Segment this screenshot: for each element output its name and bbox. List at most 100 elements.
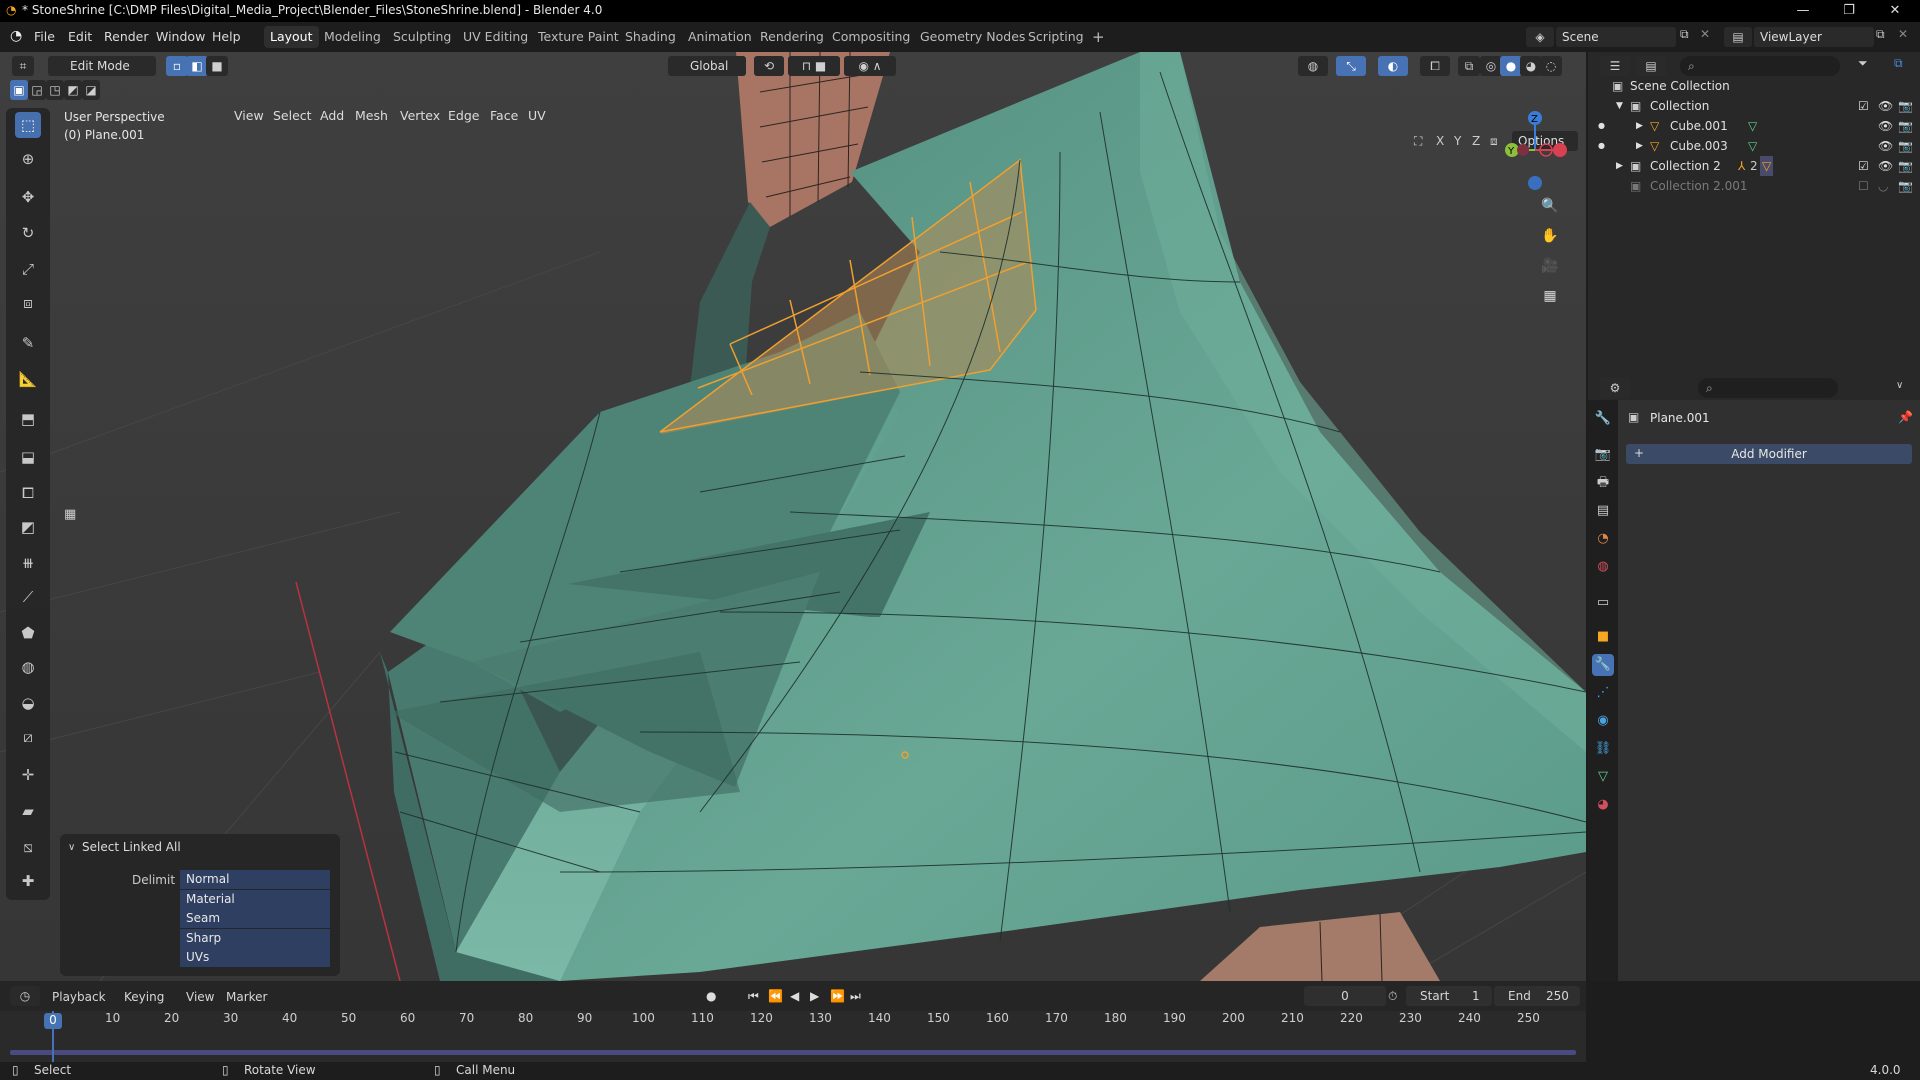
loop-cut-tool-icon[interactable]: ⧻ — [15, 550, 41, 576]
outliner-search-icon[interactable]: ⌕ — [1680, 56, 1840, 76]
jump-keyframe-back-icon[interactable]: ⏪ — [768, 989, 783, 1003]
expand-arrow-icon[interactable]: ▼ — [1616, 96, 1623, 116]
menu-mesh[interactable]: Mesh — [355, 108, 388, 123]
render-camera-icon[interactable]: 📷 — [1898, 156, 1913, 176]
new-view-layer-icon[interactable]: ⧉ — [1876, 27, 1885, 42]
editor-type-icon[interactable]: ⌗ — [12, 56, 34, 76]
play-icon[interactable]: ▶ — [810, 989, 819, 1003]
marker-menu[interactable]: Marker — [226, 990, 267, 1004]
bevel-tool-icon[interactable]: ◩ — [15, 514, 41, 540]
tab-texture-paint[interactable]: Texture Paint — [532, 26, 625, 48]
tab-sculpting[interactable]: Sculpting — [387, 26, 457, 48]
maximize-button[interactable]: ❐ — [1826, 0, 1872, 22]
cursor-tool-icon[interactable]: ⊕ — [15, 146, 41, 172]
select-invert-icon[interactable]: ◩ — [64, 80, 82, 100]
pan-hand-icon[interactable]: ✋ — [1538, 224, 1562, 248]
select-extend-icon[interactable]: ◲ — [28, 80, 46, 100]
jump-keyframe-forward-icon[interactable]: ⏩ — [830, 989, 845, 1003]
mode-selector[interactable]: Edit Mode — [48, 56, 156, 76]
tab-compositing[interactable]: Compositing — [826, 26, 916, 48]
collection-tab-icon[interactable]: ▭ — [1592, 592, 1614, 614]
material-shading-icon[interactable]: ◕ — [1520, 56, 1542, 76]
eye-icon[interactable]: 👁 — [1878, 136, 1893, 156]
delete-view-layer-icon[interactable]: ✕ — [1898, 27, 1908, 41]
xray-toggle-icon[interactable]: ⧉ — [1458, 56, 1480, 76]
annotate-tool-icon[interactable]: ✎ — [15, 330, 41, 356]
view-layer-icon[interactable]: ▤ — [1724, 27, 1752, 47]
camera-view-icon[interactable]: 🎥 — [1538, 254, 1562, 278]
keying-menu[interactable]: Keying — [124, 990, 164, 1004]
overlay-toggle-icon[interactable]: ◐ — [1378, 56, 1408, 76]
face-select-icon[interactable]: ■ — [206, 56, 228, 76]
scene-gizmo-tool-icon[interactable]: ✚ — [15, 868, 41, 894]
expand-arrow-icon[interactable]: ▶ — [1636, 136, 1643, 156]
new-collection-icon[interactable]: ⧉ — [1894, 56, 1903, 71]
delimit-seam[interactable]: Seam — [180, 909, 330, 928]
render-properties-tab-icon[interactable]: 📷 — [1592, 444, 1614, 466]
menu-select[interactable]: Select — [273, 108, 312, 123]
expand-arrow-icon[interactable]: ▶ — [1636, 116, 1643, 136]
tab-modeling[interactable]: Modeling — [318, 26, 387, 48]
menu-add[interactable]: Add — [320, 108, 344, 123]
tab-rendering[interactable]: Rendering — [754, 26, 830, 48]
constraints-tab-icon[interactable]: ⛓ — [1592, 738, 1614, 760]
eye-closed-icon[interactable]: ◡ — [1878, 176, 1888, 196]
render-camera-icon[interactable]: 📷 — [1898, 116, 1913, 136]
rendered-shading-icon[interactable]: ◌ — [1540, 56, 1562, 76]
inset-tool-icon[interactable]: ⧠ — [15, 480, 41, 506]
material-tab-icon[interactable]: ◕ — [1592, 794, 1614, 816]
transform-orientation-selector[interactable]: Global — [668, 56, 746, 76]
timeline-editor-type-icon[interactable]: ◷ — [10, 986, 40, 1006]
end-frame-field[interactable]: End 250 — [1494, 986, 1580, 1006]
add-modifier-button[interactable]: + Add Modifier — [1626, 444, 1912, 464]
render-camera-icon[interactable]: 📷 — [1898, 176, 1913, 196]
current-frame-field[interactable]: 0 — [1304, 986, 1386, 1006]
shear-tool-icon[interactable]: ▰ — [15, 798, 41, 824]
data-tab-icon[interactable]: ▽ — [1592, 766, 1614, 788]
scale-tool-icon[interactable]: ⤢ — [15, 256, 41, 282]
world-tab-icon[interactable]: ◍ — [1592, 556, 1614, 578]
outliner-row-collection2[interactable]: ▶ ▣ Collection 2 ⅄ 2 ▽ ☑ 👁 📷 — [1588, 156, 1920, 176]
eye-icon[interactable]: 👁 — [1878, 96, 1893, 116]
add-workspace-button[interactable]: + — [1086, 26, 1111, 48]
outliner-row-cube001[interactable]: ● ▶ ▽ Cube.001 ▽ 👁 📷 — [1588, 116, 1920, 136]
render-camera-icon[interactable]: 📷 — [1898, 96, 1913, 116]
select-subtract-icon[interactable]: ◳ — [46, 80, 64, 100]
scene-selector[interactable]: Scene — [1556, 27, 1676, 47]
axis-gizmo[interactable]: Z Y — [1490, 108, 1580, 198]
menu-help[interactable]: Help — [212, 29, 241, 44]
pivot-point-icon[interactable]: ⟲ — [754, 56, 784, 76]
collapse-arrow-icon[interactable]: ∨ — [68, 842, 75, 853]
include-checkbox-icon[interactable]: ☑ — [1858, 96, 1869, 116]
outliner-row-cube003[interactable]: ● ▶ ▽ Cube.003 ▽ 👁 📷 — [1588, 136, 1920, 156]
extrude-tool-icon[interactable]: ⬓ — [15, 444, 41, 470]
expand-arrow-icon[interactable]: ▶ — [1616, 156, 1623, 176]
scene-icon[interactable]: ◈ — [1526, 27, 1554, 47]
include-checkbox-icon[interactable]: ☑ — [1858, 156, 1869, 176]
delimit-sharp[interactable]: Sharp — [180, 929, 330, 948]
view-layer-tab-icon[interactable]: ▤ — [1592, 500, 1614, 522]
rip-tool-icon[interactable]: ⧅ — [15, 834, 41, 860]
menu-window[interactable]: Window — [156, 29, 205, 44]
physics-tab-icon[interactable]: ◉ — [1592, 710, 1614, 732]
rotate-tool-icon[interactable]: ↻ — [15, 220, 41, 246]
minimize-button[interactable]: — — [1780, 0, 1826, 22]
blender-menu-icon[interactable]: ◔ — [10, 28, 22, 44]
modifier-tab-icon[interactable]: 🔧 — [1592, 654, 1614, 676]
eye-icon[interactable]: 👁 — [1878, 156, 1893, 176]
filter-icon[interactable]: ⏷ — [1858, 56, 1868, 71]
menu-file[interactable]: File — [34, 29, 55, 44]
menu-vertex[interactable]: Vertex — [400, 108, 440, 123]
jump-start-icon[interactable]: ⏮ — [748, 989, 759, 1004]
menu-uv[interactable]: UV — [528, 108, 546, 123]
delimit-normal[interactable]: Normal — [180, 870, 330, 889]
add-cube-tool-icon[interactable]: ⬒ — [15, 406, 41, 432]
delimit-material[interactable]: Material — [180, 890, 330, 909]
menu-view[interactable]: View — [234, 108, 264, 123]
operator-title[interactable]: Select Linked All — [82, 840, 181, 854]
menu-edit[interactable]: Edit — [68, 29, 92, 44]
object-tab-icon[interactable]: ■ — [1592, 626, 1614, 648]
shrink-fatten-tool-icon[interactable]: ✛ — [15, 762, 41, 788]
select-new-icon[interactable]: ▣ — [10, 80, 28, 100]
jump-end-icon[interactable]: ⏭ — [850, 989, 861, 1004]
